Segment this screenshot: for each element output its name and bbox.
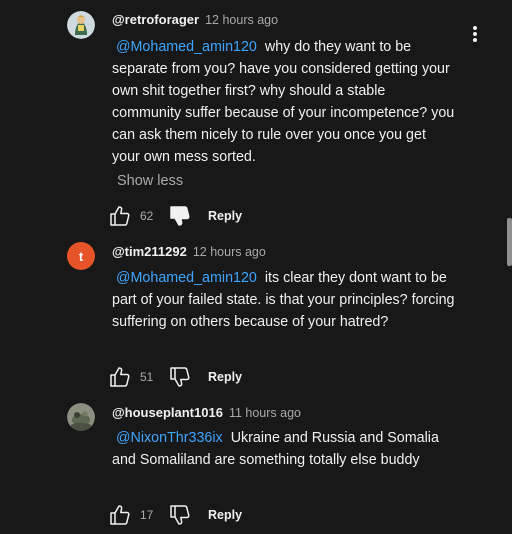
- show-less-button[interactable]: Show less: [117, 173, 183, 189]
- avatar-letter: t: [78, 248, 84, 264]
- houseplant-avatar-icon: [67, 403, 95, 431]
- mention-link[interactable]: @NixonThr336ix: [116, 430, 223, 446]
- mention-link[interactable]: @Mohamed_amin120: [116, 39, 257, 55]
- comment-time[interactable]: 11 hours ago: [229, 406, 301, 420]
- comment-text: @Mohamed_amin120 why do they want to be …: [112, 36, 457, 168]
- like-count: 51: [140, 370, 154, 384]
- comment-actions: 62 Reply: [108, 204, 242, 228]
- comment-body: why do they want to be separate from you…: [112, 39, 455, 165]
- dislike-icon[interactable]: [168, 365, 192, 389]
- like-count: 17: [140, 508, 154, 522]
- comment-time[interactable]: 12 hours ago: [205, 13, 278, 27]
- dislike-icon[interactable]: [168, 503, 192, 527]
- reply-button[interactable]: Reply: [208, 370, 242, 384]
- author-handle[interactable]: @tim211292: [112, 244, 187, 259]
- comment-header: @retroforager 12 hours ago: [112, 12, 278, 27]
- scrollbar-thumb[interactable]: [507, 218, 512, 266]
- comment-header: @tim211292 12 hours ago: [112, 244, 266, 259]
- comment-text: @NixonThr336ix Ukraine and Russia and So…: [112, 427, 457, 471]
- reply-button[interactable]: Reply: [208, 209, 242, 223]
- like-icon[interactable]: [108, 503, 132, 527]
- author-handle[interactable]: @retroforager: [112, 12, 199, 27]
- comment-actions: 51 Reply: [108, 365, 242, 389]
- retro-avatar-icon: [67, 11, 95, 39]
- like-icon[interactable]: [108, 365, 132, 389]
- avatar[interactable]: [67, 11, 95, 39]
- comment-text: @Mohamed_amin120 its clear they dont wan…: [112, 267, 457, 333]
- reply-button[interactable]: Reply: [208, 508, 242, 522]
- avatar[interactable]: t: [67, 242, 95, 270]
- comment-time[interactable]: 12 hours ago: [193, 245, 266, 259]
- like-count: 62: [140, 209, 154, 223]
- avatar[interactable]: [67, 403, 95, 431]
- like-icon[interactable]: [108, 204, 132, 228]
- comment-header: @houseplant1016 11 hours ago: [112, 405, 301, 420]
- more-actions-icon[interactable]: [466, 22, 484, 46]
- comment-actions: 17 Reply: [108, 503, 242, 527]
- author-handle[interactable]: @houseplant1016: [112, 405, 223, 420]
- mention-link[interactable]: @Mohamed_amin120: [116, 270, 257, 286]
- dislike-icon[interactable]: [168, 204, 192, 228]
